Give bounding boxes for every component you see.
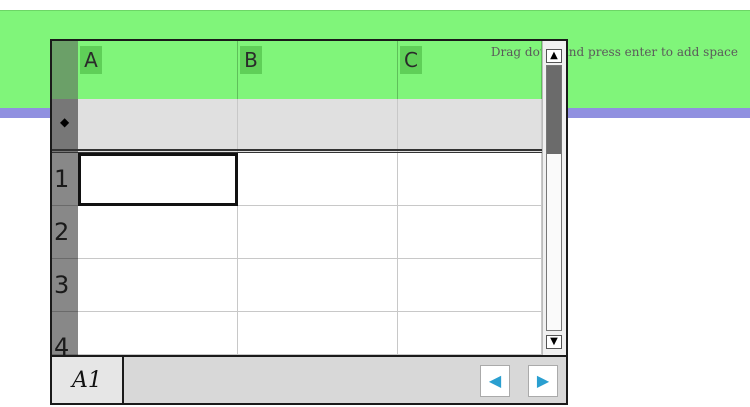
down-arrow-icon[interactable]: ▼ bbox=[546, 335, 562, 349]
cell-c2[interactable] bbox=[398, 206, 542, 259]
cell-c3[interactable] bbox=[398, 259, 542, 312]
sheet-status-bar: A1 ◀ ▶ bbox=[52, 355, 566, 403]
formula-cell-b[interactable] bbox=[238, 99, 398, 152]
row-header-3[interactable]: 3 bbox=[52, 259, 78, 312]
cell-b4[interactable] bbox=[238, 312, 398, 355]
column-label-b: B bbox=[240, 46, 262, 74]
cell-reference[interactable]: A1 bbox=[52, 357, 124, 403]
row-header-2[interactable]: 2 bbox=[52, 206, 78, 259]
spreadsheet-grid: A B C ◆ 1 2 3 4 bbox=[52, 41, 542, 361]
column-header-a[interactable]: A bbox=[78, 41, 238, 99]
scrollbar-thumb[interactable] bbox=[547, 66, 561, 154]
cell-b3[interactable] bbox=[238, 259, 398, 312]
spreadsheet-widget[interactable]: A B C ◆ 1 2 3 4 ▲ ▼ A1 ◀ ▶ bbox=[50, 39, 568, 405]
row-header-1[interactable]: 1 bbox=[52, 153, 78, 206]
column-label-a: A bbox=[80, 46, 102, 74]
cell-a2[interactable] bbox=[78, 206, 238, 259]
up-arrow-icon[interactable]: ▲ bbox=[546, 49, 562, 63]
right-triangle-icon[interactable]: ▶ bbox=[528, 365, 558, 397]
formula-cell-c[interactable] bbox=[398, 99, 542, 152]
column-label-c: C bbox=[400, 46, 422, 74]
cell-b1[interactable] bbox=[238, 153, 398, 206]
column-header-b[interactable]: B bbox=[238, 41, 398, 99]
cell-a3[interactable] bbox=[78, 259, 238, 312]
row-header-4[interactable]: 4 bbox=[52, 312, 78, 361]
vertical-scrollbar[interactable]: ▲ ▼ bbox=[542, 41, 566, 355]
column-header-c[interactable]: C bbox=[398, 41, 542, 99]
formula-cell-a[interactable] bbox=[78, 99, 238, 152]
cell-c1[interactable] bbox=[398, 153, 542, 206]
left-triangle-icon[interactable]: ◀ bbox=[480, 365, 510, 397]
cell-a1[interactable] bbox=[78, 153, 238, 206]
cell-c4[interactable] bbox=[398, 312, 542, 355]
cell-a4[interactable] bbox=[78, 312, 238, 355]
formula-diamond-icon: ◆ bbox=[60, 115, 70, 129]
scrollbar-track[interactable] bbox=[546, 65, 562, 331]
corner-header[interactable] bbox=[52, 41, 78, 99]
cell-b2[interactable] bbox=[238, 206, 398, 259]
